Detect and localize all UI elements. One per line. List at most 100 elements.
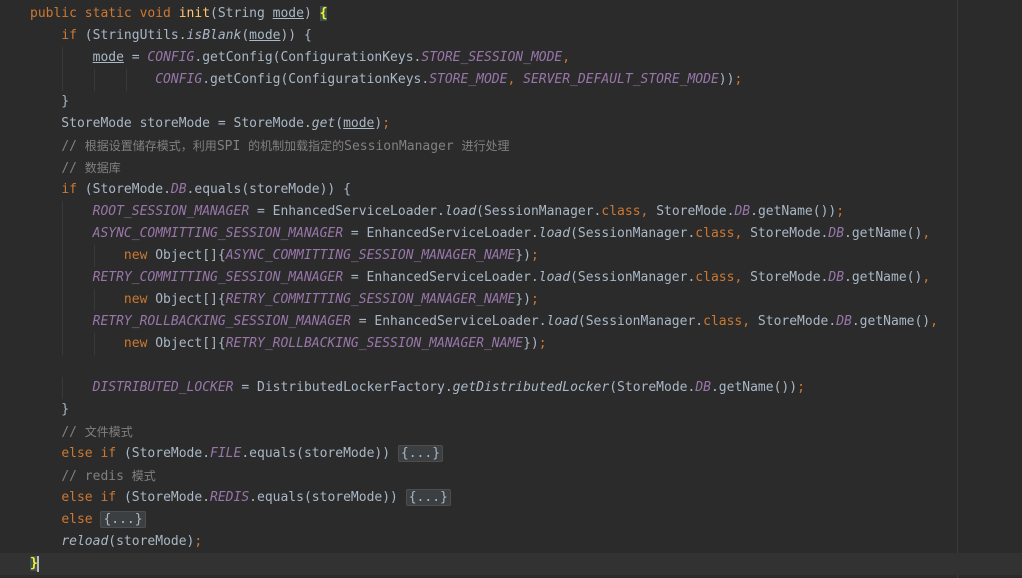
code-token: ;: [530, 292, 539, 307]
code-line[interactable]: // redis 模式: [0, 465, 1022, 487]
code-line[interactable]: if (StringUtils.isBlank(mode)) {: [0, 25, 1022, 47]
code-line[interactable]: RETRY_ROLLBACKING_SESSION_MANAGER = Enha…: [0, 311, 1022, 333]
code-token: 的机制加载指定的: [248, 139, 345, 153]
code-line[interactable]: CONFIG.getConfig(ConfigurationKeys.STORE…: [0, 69, 1022, 91]
code-line[interactable]: }: [0, 399, 1022, 421]
code-line[interactable]: new Object[]{RETRY_ROLLBACKING_SESSION_M…: [0, 333, 1022, 355]
indent-guide: [94, 333, 95, 355]
code-token: new: [123, 248, 156, 263]
code-token: ,: [930, 314, 938, 329]
code-token: ASYNC_COMMITTING_SESSION_MANAGER: [92, 226, 344, 241]
code-token: .getConfig(ConfigurationKeys.: [194, 50, 422, 65]
code-token: reload: [61, 534, 109, 549]
code-token: .getConfig(ConfigurationKeys.: [202, 72, 430, 87]
code-token: RETRY_COMMITTING_SESSION_MANAGER: [92, 270, 344, 285]
code-token: get: [311, 116, 336, 131]
code-line[interactable]: [0, 355, 1022, 377]
code-line[interactable]: mode = CONFIG.getConfig(ConfigurationKey…: [0, 47, 1022, 69]
code-token: ASYNC_COMMITTING_SESSION_MANAGER_NAME: [225, 248, 516, 263]
indent-guide: [62, 201, 63, 223]
code-line[interactable]: new Object[]{ASYNC_COMMITTING_SESSION_MA…: [0, 245, 1022, 267]
code-line[interactable]: // 文件模式: [0, 421, 1022, 443]
code-token: }): [515, 292, 531, 307]
code-token: class: [695, 270, 735, 285]
code-token: ): [303, 6, 320, 21]
indent-guide: [62, 47, 63, 69]
code-token: STORE_SESSION_MODE: [421, 50, 563, 65]
code-token: }: [30, 94, 70, 109]
code-token: else: [61, 512, 101, 527]
code-line[interactable]: }: [0, 91, 1022, 113]
code-token: (StoreMode.: [609, 380, 696, 395]
code-token: (: [335, 116, 344, 131]
code-token: else if: [61, 490, 124, 505]
code-line[interactable]: else if (StoreMode.REDIS.equals(storeMod…: [0, 487, 1022, 509]
code-token: load: [538, 226, 571, 241]
code-token: mode: [249, 28, 281, 43]
code-token: Object[]{: [155, 248, 226, 263]
code-line[interactable]: else if (StoreMode.FILE.equals(storeMode…: [0, 443, 1022, 465]
code-token: .getName(): [851, 314, 931, 329]
code-token: = EnhancedServiceLoader.: [343, 270, 539, 285]
code-token: ;: [734, 72, 743, 87]
code-token: RETRY_COMMITTING_SESSION_MANAGER_NAME: [225, 292, 516, 307]
code-line[interactable]: DISTRIBUTED_LOCKER = DistributedLockerFa…: [0, 377, 1022, 399]
folded-code-block[interactable]: {...}: [100, 511, 146, 528]
code-line[interactable]: ROOT_SESSION_MANAGER = EnhancedServiceLo…: [0, 201, 1022, 223]
code-token: FILE: [210, 446, 242, 461]
code-token: (: [241, 28, 250, 43]
code-token: RETRY_ROLLBACKING_SESSION_MANAGER: [92, 314, 351, 329]
code-token: DB: [828, 270, 845, 285]
code-line[interactable]: RETRY_COMMITTING_SESSION_MANAGER = Enhan…: [0, 267, 1022, 289]
code-token: load: [444, 204, 477, 219]
code-area[interactable]: public static void init(String mode) { i…: [0, 3, 1022, 575]
code-token: //: [61, 425, 85, 440]
code-token: (StringUtils.: [84, 28, 187, 43]
code-line[interactable]: }: [0, 553, 1022, 575]
folded-code-block[interactable]: {...}: [405, 489, 451, 506]
code-line[interactable]: else {...}: [0, 509, 1022, 531]
code-token: (StoreMode.: [123, 446, 211, 461]
indent-guide: [62, 245, 63, 267]
code-token: StoreMode.: [757, 314, 837, 329]
code-token: else if: [61, 446, 124, 461]
indent-guide: [94, 289, 95, 311]
code-token: STORE_MODE: [429, 72, 508, 87]
code-token: // redis: [61, 469, 132, 484]
code-editor[interactable]: public static void init(String mode) { i…: [0, 0, 1022, 578]
code-line[interactable]: // 数据库: [0, 157, 1022, 179]
code-token: }): [523, 336, 539, 351]
code-line[interactable]: // 根据设置储存模式，利用SPI 的机制加载指定的SessionManager…: [0, 135, 1022, 157]
code-token: Object[]{: [155, 292, 226, 307]
code-token: )): [718, 72, 735, 87]
folded-code-block[interactable]: {...}: [397, 445, 444, 462]
code-token: getDistributedLocker: [452, 380, 610, 395]
code-token: load: [546, 314, 578, 329]
code-token: mode: [92, 50, 124, 65]
code-line[interactable]: if (StoreMode.DB.equals(storeMode)) {: [0, 179, 1022, 201]
code-token: mode: [272, 6, 304, 21]
code-token: (StoreMode.: [84, 182, 171, 197]
code-line[interactable]: reload(storeMode);: [0, 531, 1022, 553]
code-token: ;: [382, 116, 391, 131]
code-line[interactable]: public static void init(String mode) {: [0, 3, 1022, 25]
code-token: CONFIG: [147, 50, 195, 65]
code-token: {: [319, 6, 328, 21]
code-token: (SessionManager.: [577, 314, 704, 329]
indent-guide: [62, 223, 63, 245]
code-token: ,: [922, 270, 931, 285]
code-token: class: [695, 226, 735, 241]
code-token: .equals(storeMode)) {: [186, 182, 351, 197]
code-line[interactable]: new Object[]{RETRY_COMMITTING_SESSION_MA…: [0, 289, 1022, 311]
code-line[interactable]: ASYNC_COMMITTING_SESSION_MANAGER = Enhan…: [0, 223, 1022, 245]
code-token: if: [61, 182, 85, 197]
code-token: CONFIG: [155, 72, 203, 87]
code-line[interactable]: StoreMode storeMode = StoreMode.get(mode…: [0, 113, 1022, 135]
